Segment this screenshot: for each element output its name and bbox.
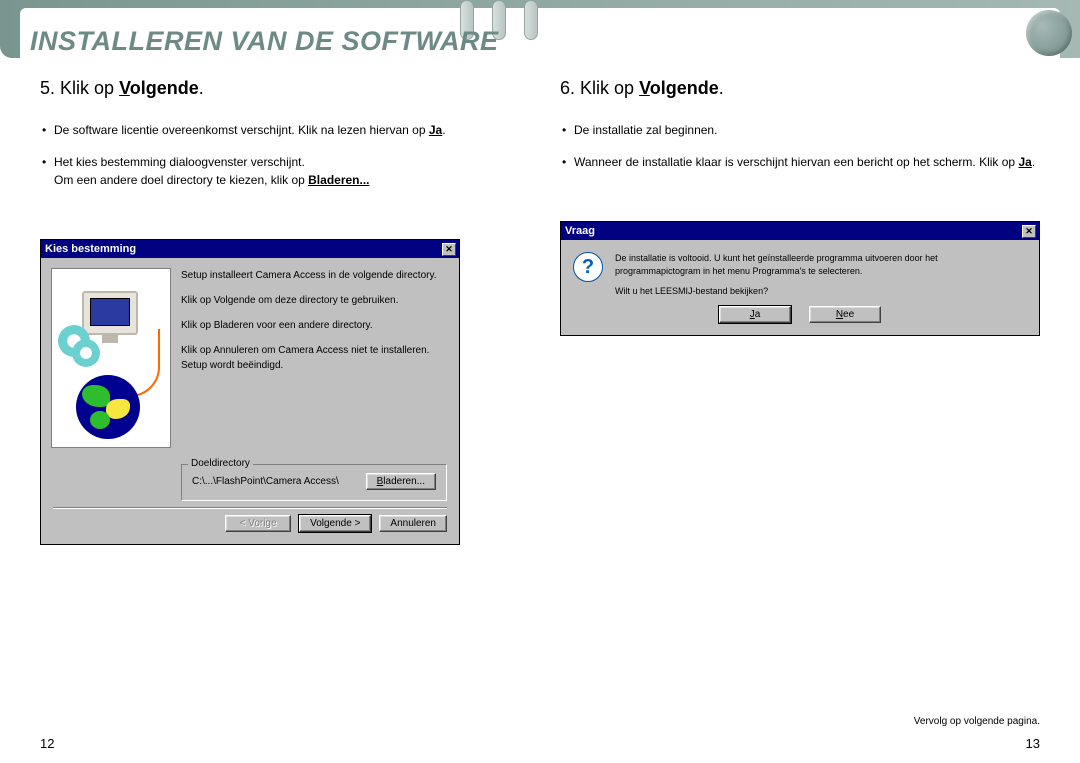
page-number-right: 13 [1026, 736, 1040, 751]
page-title: INSTALLEREN VAN DE SOFTWARE [30, 26, 499, 57]
back-button: < Vorige [225, 515, 291, 532]
question-dialog: Vraag ✕ ? De installatie is voltooid. U … [560, 221, 1040, 336]
dialog-divider [53, 507, 447, 509]
step-number: 6. [560, 78, 575, 98]
step-5-bullets: De software licentie overeenkomst versch… [40, 121, 520, 189]
choose-destination-dialog: Kies bestemming ✕ Setup i [40, 239, 460, 545]
decorative-knob [1026, 10, 1072, 56]
continued-note: Vervolg op volgende pagina. [914, 716, 1040, 727]
question-icon: ? [573, 252, 603, 282]
destination-path: C:\...\FlashPoint\Camera Access\ [192, 476, 339, 487]
bullet-item: Het kies bestemming dialoogvenster versc… [40, 153, 520, 189]
step-hotkey: V [639, 78, 650, 98]
step-dot: . [199, 78, 204, 98]
step-dot: . [719, 78, 724, 98]
browse-button[interactable]: Bladeren... [366, 473, 436, 490]
destination-label: Doeldirectory [188, 458, 253, 469]
step-word: olgende [130, 78, 199, 98]
destination-frame: Doeldirectory C:\...\FlashPoint\Camera A… [181, 464, 447, 501]
no-button[interactable]: Nee [809, 306, 881, 323]
dialog-titlebar[interactable]: Kies bestemming ✕ [41, 240, 459, 258]
close-icon[interactable]: ✕ [1022, 225, 1036, 238]
step-number: 5. [40, 78, 55, 98]
dialog-title: Vraag [565, 225, 595, 237]
bullet-item: Wanneer de installatie klaar is verschij… [560, 153, 1040, 171]
next-button[interactable]: Volgende > [299, 515, 371, 532]
bullet-item: De installatie zal beginnen. [560, 121, 1040, 139]
step-hotkey: V [119, 78, 130, 98]
installer-graphic [51, 268, 171, 448]
bullet-item: De software licentie overeenkomst versch… [40, 121, 520, 139]
step-prefix: Klik op [60, 78, 119, 98]
dialog-titlebar[interactable]: Vraag ✕ [561, 222, 1039, 240]
step-6-heading: 6. Klik op Volgende. [560, 78, 1040, 99]
page-number-left: 12 [40, 736, 54, 751]
step-prefix: Klik op [580, 78, 639, 98]
right-column: 6. Klik op Volgende. De installatie zal … [560, 78, 1040, 708]
dialog-message: Setup installeert Camera Access in de vo… [181, 268, 445, 448]
dialog-message: De installatie is voltooid. U kunt het g… [615, 252, 1023, 298]
step-5-heading: 5. Klik op Volgende. [40, 78, 520, 99]
left-column: 5. Klik op Volgende. De software licenti… [40, 78, 520, 708]
step-6-bullets: De installatie zal beginnen. Wanneer de … [560, 121, 1040, 171]
close-icon[interactable]: ✕ [442, 243, 456, 256]
step-word: olgende [650, 78, 719, 98]
yes-button[interactable]: Ja [719, 306, 791, 323]
cancel-button[interactable]: Annuleren [379, 515, 447, 532]
dialog-title: Kies bestemming [45, 243, 136, 255]
